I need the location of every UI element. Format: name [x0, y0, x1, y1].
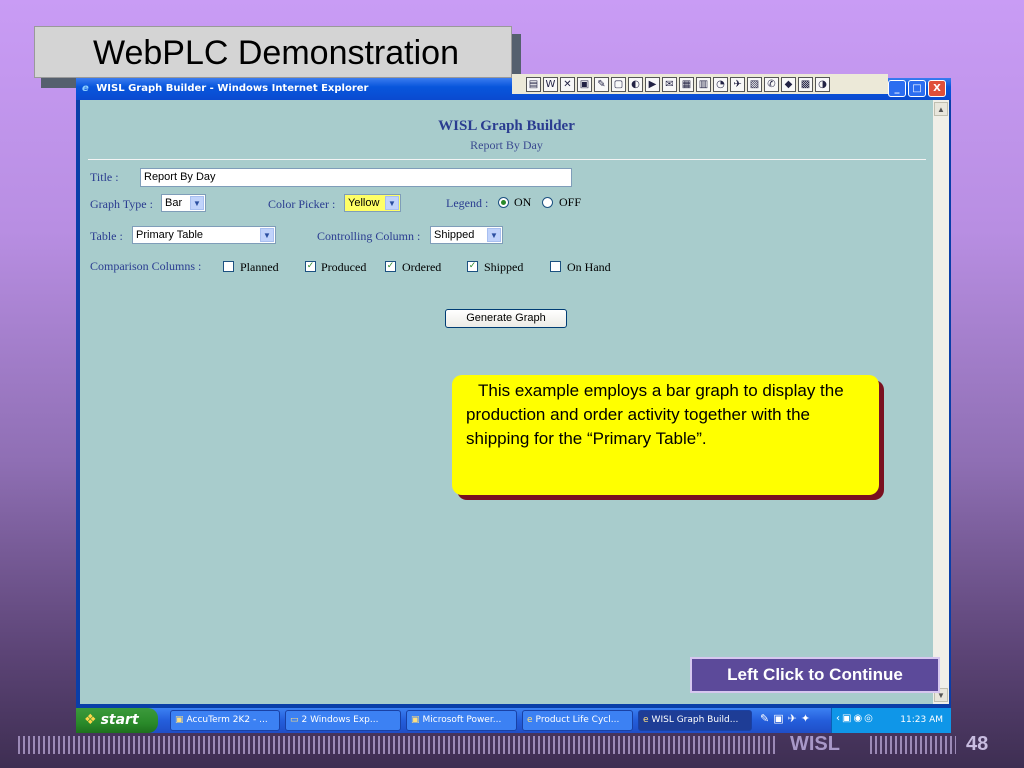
controlling-column-value: Shipped [434, 229, 475, 241]
page-title: WISL Graph Builder [438, 118, 575, 134]
taskbar: ❖ start ▣ AccuTerm 2K2 - ... ▭ 2 Windows Ex… [76, 708, 951, 733]
toolbar-icon[interactable]: ✉ [662, 76, 677, 92]
title-input[interactable]: Report By Day [140, 168, 572, 187]
legend-on-radio[interactable] [498, 197, 509, 208]
color-picker-label: Color Picker : [268, 197, 336, 211]
graph-type-select[interactable]: Bar ▼ [161, 194, 206, 212]
maximize-button[interactable]: □ [908, 80, 926, 97]
planned-label: Planned [240, 260, 279, 274]
ordered-checkbox[interactable]: ✓ [385, 261, 396, 272]
toolbar-icon[interactable]: ◔ [713, 76, 728, 92]
toolbar-icon[interactable]: ▩ [798, 76, 813, 92]
taskbar-item-label: Microsoft Power... [422, 715, 502, 725]
footer-decoration [18, 736, 778, 754]
chevron-down-icon: ▼ [487, 228, 501, 242]
toolbar-icon[interactable]: ◐ [628, 76, 643, 92]
toolbar-icon[interactable]: ✕ [560, 76, 575, 92]
footer-decoration [870, 736, 956, 754]
planned-checkbox[interactable] [223, 261, 234, 272]
start-label: start [100, 712, 139, 728]
windows-logo-icon: ❖ [84, 712, 97, 728]
taskbar-item-product-life-cycle[interactable]: e Product Life Cycl... [522, 710, 633, 731]
ie-icon: e [527, 715, 533, 725]
taskbar-item-powerpoint[interactable]: ▣ Microsoft Power... [406, 710, 517, 731]
toolbar-icon[interactable]: ▦ [679, 76, 694, 92]
app-window-icon: ▣ [175, 715, 184, 725]
taskbar-item-label: 2 Windows Exp... [301, 715, 379, 725]
tray-icons[interactable]: ‹▣◉◎ [836, 713, 875, 724]
legend-off-radio[interactable] [542, 197, 553, 208]
toolbar-icon[interactable]: ◑ [815, 76, 830, 92]
graph-type-value: Bar [165, 197, 183, 209]
taskbar-item-label: Product Life Cycl... [535, 715, 620, 725]
title-label: Title : [90, 170, 119, 184]
chevron-down-icon: ▼ [190, 196, 204, 210]
browser-window-title: WISL Graph Builder - Windows Internet Ex… [96, 83, 369, 94]
chevron-down-icon: ▼ [260, 228, 274, 242]
color-picker-value: Yellow [348, 197, 380, 209]
table-select[interactable]: Primary Table ▼ [132, 226, 276, 244]
explanation-callout: This example employs a bar graph to disp… [452, 375, 879, 495]
powerpoint-icon: ▣ [411, 715, 420, 725]
toolbar-icon[interactable]: ✈ [730, 76, 745, 92]
window-controls: _ □ X [888, 80, 946, 97]
ie-icon: e [643, 715, 649, 725]
clock[interactable]: 11:23 AM [900, 708, 943, 733]
generate-graph-button[interactable]: Generate Graph [445, 309, 567, 328]
callout-text: This example employs a bar graph to disp… [466, 381, 844, 448]
produced-checkbox[interactable]: ✓ [305, 261, 316, 272]
legend-label: Legend : [446, 196, 489, 210]
folder-icon: ▭ [290, 715, 299, 725]
toolbar-icon[interactable]: ▣ [577, 76, 592, 92]
shipped-checkbox[interactable]: ✓ [467, 261, 478, 272]
page-number: 48 [966, 733, 989, 755]
taskbar-item-label: WISL Graph Build... [651, 715, 739, 725]
divider [88, 159, 926, 160]
color-picker-select[interactable]: Yellow ▼ [344, 194, 401, 212]
taskbar-item-accuterm[interactable]: ▣ AccuTerm 2K2 - ... [170, 710, 280, 731]
toolbar-icon[interactable]: ▶ [645, 76, 660, 92]
controlling-column-label: Controlling Column : [317, 229, 421, 243]
toolbar-icon[interactable]: ✎ [594, 76, 609, 92]
produced-label: Produced [321, 260, 367, 274]
table-label: Table : [90, 229, 123, 243]
system-tray: ‹▣◉◎ 11:23 AM [831, 708, 951, 733]
legend-on-label: ON [514, 195, 532, 209]
taskbar-item-label: AccuTerm 2K2 - ... [186, 715, 268, 725]
toolbar-icon[interactable]: W [543, 76, 558, 92]
on-hand-label: On Hand [567, 260, 611, 274]
controlling-column-select[interactable]: Shipped ▼ [430, 226, 503, 244]
chevron-down-icon: ▼ [385, 196, 399, 210]
table-value: Primary Table [136, 229, 204, 241]
toolbar-icon[interactable]: ◆ [781, 76, 796, 92]
desktop-toolbar: ▤ W ✕ ▣ ✎ ▢ ◐ ▶ ✉ ▦ ▥ ◔ ✈ ▧ ✆ ◆ ▩ ◑ [512, 74, 888, 94]
toolbar-icon[interactable]: ▢ [611, 76, 626, 92]
start-button[interactable]: ❖ start [76, 708, 158, 733]
shipped-label: Shipped [484, 260, 524, 274]
footer-brand: WISL [790, 733, 840, 755]
taskbar-item-windows-explorer[interactable]: ▭ 2 Windows Exp... [285, 710, 401, 731]
close-button[interactable]: X [928, 80, 946, 97]
toolbar-icon[interactable]: ▧ [747, 76, 762, 92]
slide-title: WebPLC Demonstration [34, 26, 512, 78]
toolbar-icon[interactable]: ▤ [526, 76, 541, 92]
ie-logo-icon: e [82, 83, 89, 94]
comparison-columns-label: Comparison Columns : [90, 259, 202, 273]
ordered-label: Ordered [402, 260, 442, 274]
legend-off-label: OFF [559, 195, 582, 209]
quick-launch-icons[interactable]: ✎▣✈✦ [760, 712, 814, 725]
continue-button[interactable]: Left Click to Continue [690, 657, 940, 693]
taskbar-item-wisl-graph-builder[interactable]: e WISL Graph Build... [638, 710, 752, 731]
graph-type-label: Graph Type : [90, 197, 153, 211]
scroll-up-icon[interactable]: ▲ [934, 102, 948, 116]
page-subtitle: Report By Day [470, 138, 543, 152]
toolbar-icon[interactable]: ✆ [764, 76, 779, 92]
vertical-scrollbar[interactable]: ▲ ▼ [933, 100, 949, 704]
toolbar-icon[interactable]: ▥ [696, 76, 711, 92]
on-hand-checkbox[interactable] [550, 261, 561, 272]
minimize-button[interactable]: _ [888, 80, 906, 97]
